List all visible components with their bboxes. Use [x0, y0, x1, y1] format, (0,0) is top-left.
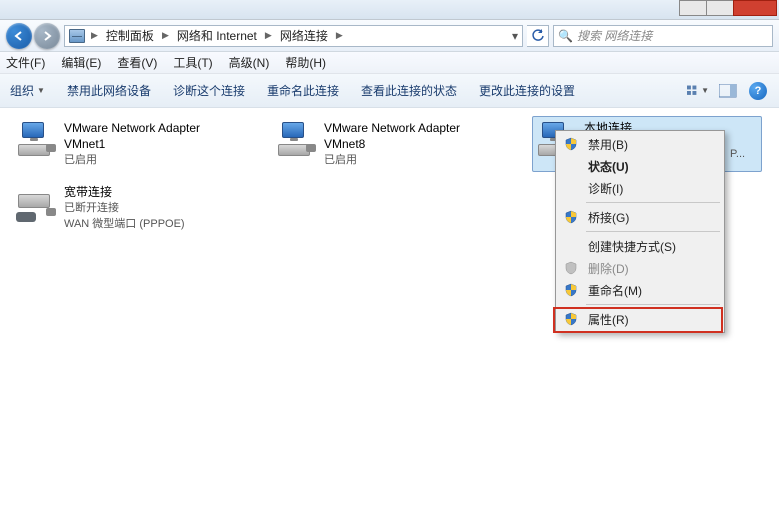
- network-adapter-icon: [16, 184, 56, 222]
- close-button[interactable]: [733, 0, 777, 16]
- toolbar-diagnose[interactable]: 诊断这个连接: [173, 82, 245, 99]
- shield-icon: [564, 137, 578, 151]
- search-icon: 🔍: [558, 29, 573, 43]
- shield-icon: [564, 261, 578, 275]
- ctx-bridge[interactable]: 桥接(G): [558, 206, 722, 228]
- forward-button[interactable]: [34, 23, 60, 49]
- search-input[interactable]: 🔍 搜索 网络连接: [553, 25, 773, 47]
- menu-tools[interactable]: 工具(T): [173, 54, 212, 71]
- menu-edit[interactable]: 编辑(E): [61, 54, 101, 71]
- arrow-right-icon: [41, 30, 53, 42]
- toolbar-organize[interactable]: 组织 ▼: [10, 82, 45, 99]
- menu-separator: [586, 304, 720, 305]
- ctx-create-shortcut[interactable]: 创建快捷方式(S): [558, 235, 722, 257]
- maximize-button[interactable]: [706, 0, 734, 16]
- breadcrumb-network-connections[interactable]: 网络连接: [278, 27, 330, 44]
- connection-status: 已断开连接: [64, 201, 185, 216]
- breadcrumb-control-panel[interactable]: 控制面板: [104, 27, 156, 44]
- window-titlebar: [0, 0, 779, 20]
- search-placeholder: 搜索 网络连接: [577, 27, 652, 44]
- menu-advanced[interactable]: 高级(N): [229, 54, 270, 71]
- connection-name: VMware Network Adapter VMnet8: [324, 120, 498, 152]
- chevron-down-icon: ▼: [37, 86, 45, 95]
- refresh-icon: [531, 29, 545, 43]
- network-adapter-icon: [276, 120, 316, 158]
- menu-view[interactable]: 查看(V): [117, 54, 157, 71]
- ctx-status[interactable]: 状态(U): [558, 155, 722, 177]
- menu-file[interactable]: 文件(F): [6, 54, 45, 71]
- content-area: VMware Network Adapter VMnet1 已启用 VMware…: [0, 108, 779, 523]
- back-button[interactable]: [6, 23, 32, 49]
- refresh-button[interactable]: [527, 25, 549, 47]
- chevron-right-icon: ▶: [158, 30, 173, 41]
- pane-icon: [719, 84, 737, 98]
- help-icon: ?: [749, 82, 767, 100]
- menu-bar: 文件(F) 编辑(E) 查看(V) 工具(T) 高级(N) 帮助(H): [0, 52, 779, 74]
- ctx-disable[interactable]: 禁用(B): [558, 133, 722, 155]
- toolbar-view-status[interactable]: 查看此连接的状态: [361, 82, 457, 99]
- chevron-right-icon: ▶: [261, 30, 276, 41]
- preview-pane-button[interactable]: [717, 80, 739, 102]
- menu-separator: [586, 202, 720, 203]
- connection-item[interactable]: VMware Network Adapter VMnet1 已启用: [12, 116, 242, 172]
- ctx-diagnose[interactable]: 诊断(I): [558, 177, 722, 199]
- menu-help[interactable]: 帮助(H): [285, 54, 326, 71]
- chevron-right-icon: ▶: [332, 30, 347, 41]
- connection-status: 已启用: [324, 153, 498, 168]
- address-dropdown[interactable]: ▾: [512, 29, 518, 43]
- connection-status: 已启用: [64, 153, 238, 168]
- ctx-rename[interactable]: 重命名(M): [558, 279, 722, 301]
- network-adapter-icon: [16, 120, 56, 158]
- minimize-button[interactable]: [679, 0, 707, 16]
- shield-icon: [564, 283, 578, 297]
- connection-name: 宽带连接: [64, 184, 185, 200]
- connection-name: VMware Network Adapter VMnet1: [64, 120, 238, 152]
- connection-device-truncated: P...: [730, 148, 745, 160]
- ctx-delete: 删除(D): [558, 257, 722, 279]
- network-folder-icon: [69, 28, 85, 44]
- tiles-icon: [687, 84, 701, 98]
- toolbar: 组织 ▼ 禁用此网络设备 诊断这个连接 重命名此连接 查看此连接的状态 更改此连…: [0, 74, 779, 108]
- menu-separator: [586, 231, 720, 232]
- chevron-down-icon: ▼: [701, 86, 709, 95]
- arrow-left-icon: [13, 30, 25, 42]
- ctx-properties[interactable]: 属性(R): [558, 308, 722, 330]
- breadcrumb-network-internet[interactable]: 网络和 Internet: [175, 27, 259, 44]
- shield-icon: [564, 312, 578, 326]
- chevron-right-icon: ▶: [87, 30, 102, 41]
- shield-icon: [564, 210, 578, 224]
- toolbar-rename[interactable]: 重命名此连接: [267, 82, 339, 99]
- address-breadcrumb[interactable]: ▶ 控制面板 ▶ 网络和 Internet ▶ 网络连接 ▶ ▾: [64, 25, 523, 47]
- connection-device: WAN 微型端口 (PPPOE): [64, 217, 185, 232]
- connection-item[interactable]: 宽带连接 已断开连接 WAN 微型端口 (PPPOE): [12, 180, 242, 236]
- context-menu: 禁用(B) 状态(U) 诊断(I) 桥接(G) 创建快捷方式(S) 删除(D) …: [555, 130, 725, 333]
- view-options-button[interactable]: ▼: [687, 80, 709, 102]
- navigation-bar: ▶ 控制面板 ▶ 网络和 Internet ▶ 网络连接 ▶ ▾ 🔍 搜索 网络…: [0, 20, 779, 52]
- toolbar-disable-device[interactable]: 禁用此网络设备: [67, 82, 151, 99]
- connection-item[interactable]: VMware Network Adapter VMnet8 已启用: [272, 116, 502, 172]
- help-button[interactable]: ?: [747, 80, 769, 102]
- toolbar-change-settings[interactable]: 更改此连接的设置: [479, 82, 575, 99]
